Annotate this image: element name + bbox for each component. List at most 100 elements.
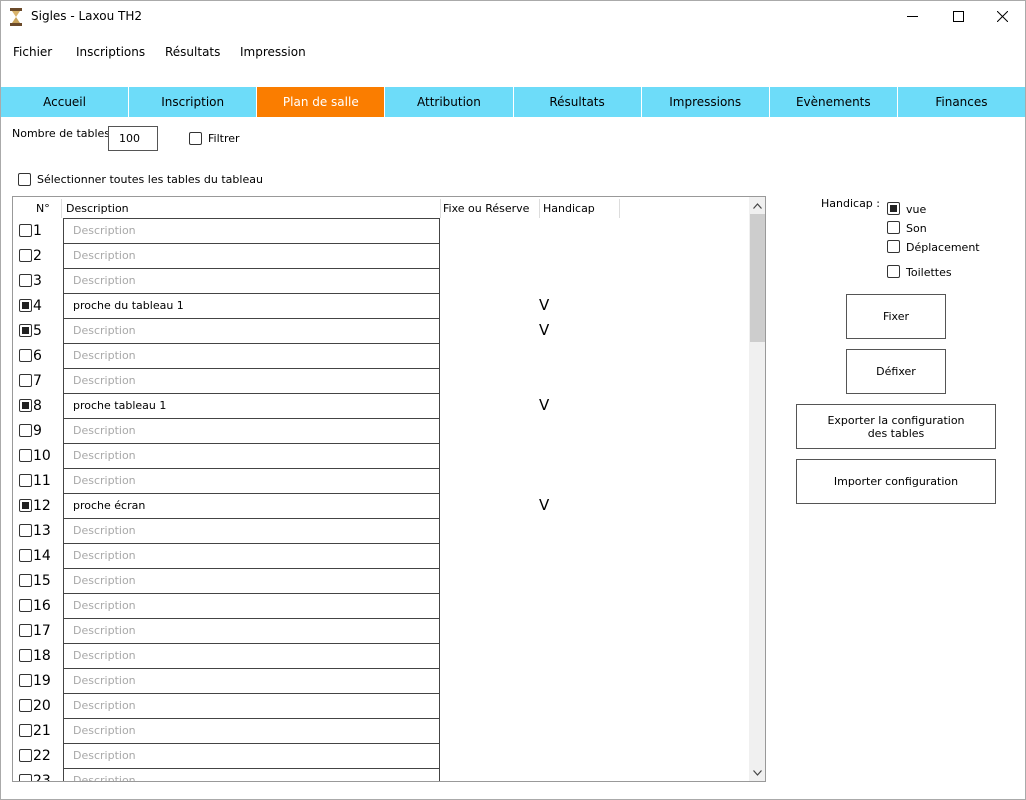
row-select-checkbox[interactable] bbox=[19, 574, 32, 587]
row-description-input[interactable]: proche du tableau 1 bbox=[63, 293, 440, 318]
row-description-input[interactable]: Description bbox=[63, 743, 440, 768]
tab-evenements[interactable]: Evènements bbox=[770, 87, 898, 117]
table-row: 8 proche tableau 1 V bbox=[13, 393, 749, 418]
row-select-checkbox[interactable] bbox=[19, 474, 32, 487]
row-select-checkbox[interactable] bbox=[19, 374, 32, 387]
export-config-line2: des tables bbox=[867, 426, 925, 440]
row-number: 6 bbox=[33, 348, 42, 364]
export-config-button[interactable]: Exporter la configuration des tables bbox=[796, 404, 996, 449]
row-number: 1 bbox=[33, 223, 42, 239]
row-description-input[interactable]: Description bbox=[63, 668, 440, 693]
table-row: 18 Description bbox=[13, 643, 749, 668]
tab-accueil[interactable]: Accueil bbox=[1, 87, 130, 117]
table-row: 19 Description bbox=[13, 668, 749, 693]
handicap-label: Handicap : bbox=[821, 197, 880, 210]
row-select-checkbox[interactable] bbox=[19, 774, 32, 781]
row-number: 22 bbox=[33, 748, 51, 764]
header-separator bbox=[619, 199, 620, 218]
row-description-input[interactable]: Description bbox=[63, 718, 440, 743]
minimize-button[interactable] bbox=[889, 1, 935, 32]
nb-tables-input[interactable]: 100 bbox=[108, 126, 158, 151]
row-select-checkbox[interactable] bbox=[19, 299, 32, 312]
row-number: 15 bbox=[33, 573, 51, 589]
row-description-input[interactable]: Description bbox=[63, 618, 440, 643]
row-description-input[interactable]: Description bbox=[63, 418, 440, 443]
row-description-input[interactable]: proche tableau 1 bbox=[63, 393, 440, 418]
table-row: 5 Description V bbox=[13, 318, 749, 343]
row-select-checkbox[interactable] bbox=[19, 274, 32, 287]
tab-inscription[interactable]: Inscription bbox=[129, 87, 258, 117]
close-button[interactable] bbox=[979, 1, 1025, 32]
row-description-input[interactable]: Description bbox=[63, 693, 440, 718]
row-description-input[interactable]: Description bbox=[63, 518, 440, 543]
row-select-checkbox[interactable] bbox=[19, 524, 32, 537]
row-select-checkbox[interactable] bbox=[19, 649, 32, 662]
row-description-input[interactable]: Description bbox=[63, 468, 440, 493]
row-handicap-mark: V bbox=[539, 496, 550, 514]
row-select-checkbox[interactable] bbox=[19, 224, 32, 237]
row-description-input[interactable]: Description bbox=[63, 768, 440, 781]
row-description-input[interactable]: Description bbox=[63, 543, 440, 568]
row-number: 23 bbox=[33, 773, 51, 782]
row-select-checkbox[interactable] bbox=[19, 424, 32, 437]
tab-resultats[interactable]: Résultats bbox=[514, 87, 642, 117]
row-select-checkbox[interactable] bbox=[19, 674, 32, 687]
row-select-checkbox[interactable] bbox=[19, 699, 32, 712]
handicap-vue-checkbox[interactable] bbox=[887, 202, 900, 215]
row-description-input[interactable]: Description bbox=[63, 643, 440, 668]
fixer-button[interactable]: Fixer bbox=[846, 294, 946, 339]
maximize-button[interactable] bbox=[935, 1, 981, 32]
row-description-input[interactable]: Description bbox=[63, 218, 440, 243]
menu-fichier[interactable]: Fichier bbox=[13, 45, 52, 59]
row-description-input[interactable]: Description bbox=[63, 593, 440, 618]
import-config-button[interactable]: Importer configuration bbox=[796, 459, 996, 504]
row-select-checkbox[interactable] bbox=[19, 324, 32, 337]
tab-plan-de-salle[interactable]: Plan de salle bbox=[257, 87, 386, 117]
defixer-button[interactable]: Défixer bbox=[846, 349, 946, 394]
tab-finances[interactable]: Finances bbox=[898, 87, 1025, 117]
handicap-deplacement-checkbox[interactable] bbox=[887, 240, 900, 253]
row-number: 11 bbox=[33, 473, 51, 489]
handicap-son-checkbox[interactable] bbox=[887, 221, 900, 234]
tab-impressions[interactable]: Impressions bbox=[642, 87, 770, 117]
row-select-checkbox[interactable] bbox=[19, 724, 32, 737]
tab-attribution[interactable]: Attribution bbox=[385, 87, 514, 117]
row-description-input[interactable]: Description bbox=[63, 443, 440, 468]
filter-checkbox[interactable] bbox=[189, 132, 202, 145]
scroll-up-button[interactable] bbox=[749, 197, 765, 214]
row-description-input[interactable]: proche écran bbox=[63, 493, 440, 518]
row-description-input[interactable]: Description bbox=[63, 318, 440, 343]
menu-bar: Fichier Inscriptions Résultats Impressio… bbox=[1, 39, 1025, 65]
row-description-input[interactable]: Description bbox=[63, 368, 440, 393]
handicap-toilettes-checkbox[interactable] bbox=[887, 265, 900, 278]
table-row: 16 Description bbox=[13, 593, 749, 618]
row-number: 16 bbox=[33, 598, 51, 614]
row-number: 12 bbox=[33, 498, 51, 514]
table-row: 17 Description bbox=[13, 618, 749, 643]
row-description-input[interactable]: Description bbox=[63, 568, 440, 593]
row-description-input[interactable]: Description bbox=[63, 343, 440, 368]
row-select-checkbox[interactable] bbox=[19, 449, 32, 462]
row-select-checkbox[interactable] bbox=[19, 624, 32, 637]
table-row: 11 Description bbox=[13, 468, 749, 493]
row-description-input[interactable]: Description bbox=[63, 268, 440, 293]
row-number: 5 bbox=[33, 323, 42, 339]
row-select-checkbox[interactable] bbox=[19, 549, 32, 562]
select-all-checkbox[interactable] bbox=[18, 173, 31, 186]
table-row: 3 Description bbox=[13, 268, 749, 293]
menu-resultats[interactable]: Résultats bbox=[165, 45, 220, 59]
scroll-thumb[interactable] bbox=[750, 214, 765, 342]
row-select-checkbox[interactable] bbox=[19, 599, 32, 612]
row-description-input[interactable]: Description bbox=[63, 243, 440, 268]
row-select-checkbox[interactable] bbox=[19, 749, 32, 762]
menu-impression[interactable]: Impression bbox=[240, 45, 306, 59]
row-select-checkbox[interactable] bbox=[19, 399, 32, 412]
scroll-down-button[interactable] bbox=[749, 764, 765, 781]
row-select-checkbox[interactable] bbox=[19, 249, 32, 262]
row-select-checkbox[interactable] bbox=[19, 499, 32, 512]
row-select-checkbox[interactable] bbox=[19, 349, 32, 362]
menu-inscriptions[interactable]: Inscriptions bbox=[76, 45, 145, 59]
vertical-scrollbar[interactable] bbox=[749, 197, 765, 781]
export-config-line1: Exporter la configuration bbox=[827, 413, 965, 427]
row-number: 17 bbox=[33, 623, 51, 639]
